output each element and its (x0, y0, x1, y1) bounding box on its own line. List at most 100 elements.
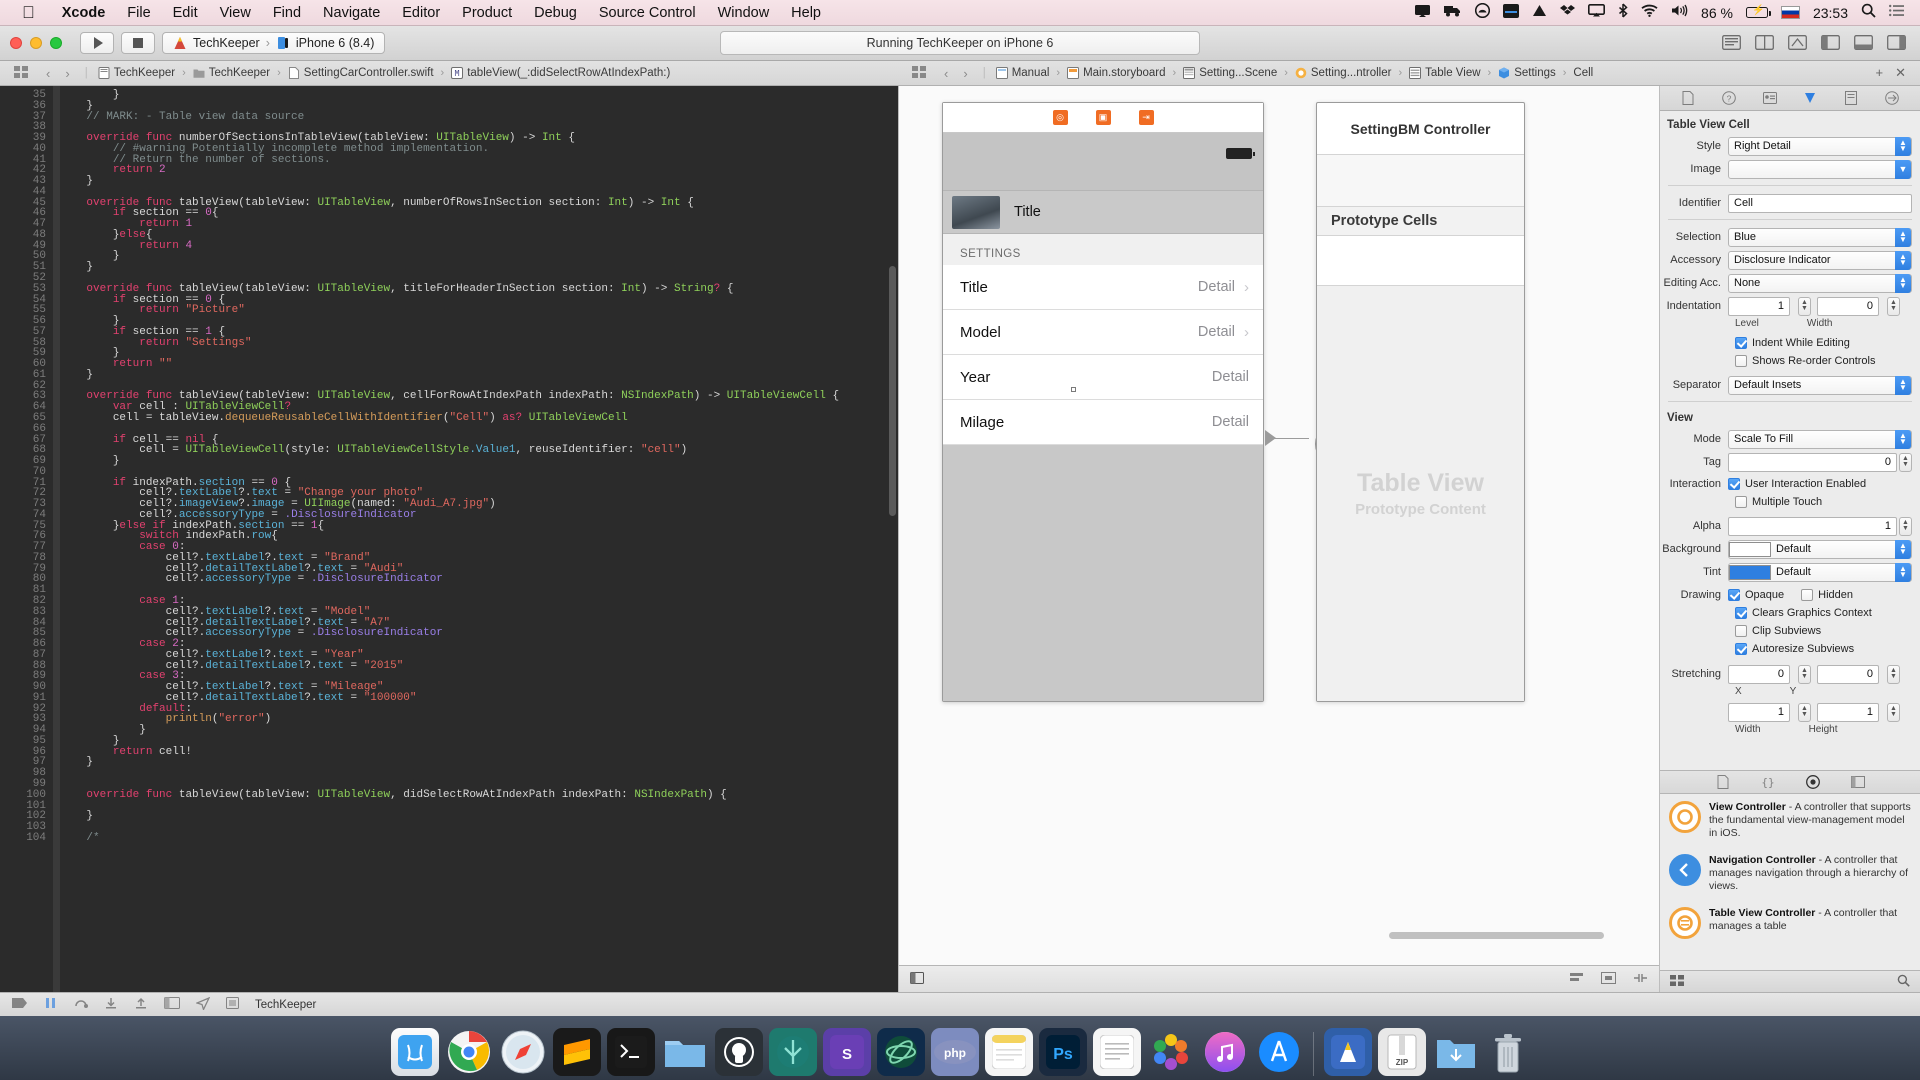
stretching-x-stepper[interactable]: ▲ ▼ (1798, 664, 1811, 684)
editor-version-button[interactable] (1788, 35, 1807, 51)
breadcrumb-settings[interactable]: Settings (1498, 67, 1556, 79)
debug-view-hierarchy-icon[interactable] (164, 997, 180, 1012)
code-line[interactable]: return "Settings" (60, 337, 898, 349)
menu-item-navigate[interactable]: Navigate (312, 5, 391, 21)
autoresize-subviews-row[interactable]: Autoresize Subviews (1660, 640, 1920, 658)
library-view-mode-icon[interactable] (1670, 974, 1684, 989)
related-items-icon[interactable] (6, 65, 36, 81)
code-line[interactable]: } (60, 90, 898, 101)
code-line[interactable]: /* (60, 832, 898, 844)
code-line[interactable] (60, 822, 898, 833)
clears-graphics-row[interactable]: Clears Graphics Context (1660, 604, 1920, 622)
source-code-editor[interactable]: 35 36 37 38 39 40 41 42 43 44 45 46 47 48 49 50 51 52 53 54… (0, 86, 898, 992)
library-item-navigation-controller[interactable]: Navigation Controller - A controller tha… (1660, 847, 1920, 900)
library-item-table-view-controller[interactable]: Table View Controller - A controller tha… (1660, 900, 1920, 946)
indentation-level-input[interactable]: 1 (1728, 296, 1790, 316)
view-controller-dock-icon[interactable]: ▣ (1095, 110, 1111, 125)
indent-while-editing-checkbox[interactable] (1735, 337, 1747, 349)
auto-layout-align-icon[interactable] (1569, 972, 1584, 987)
settings-row-title[interactable]: Title Detail › (943, 265, 1263, 310)
code-line[interactable] (60, 768, 898, 779)
breadcrumb-symbol[interactable]: M tableView(_:didSelectRowAtIndexPath:) (451, 67, 670, 79)
close-window-button[interactable] (10, 37, 22, 49)
exit-segue-icon[interactable]: ⇥ (1138, 110, 1154, 125)
dock-phpstorm-icon[interactable]: S (822, 1028, 871, 1076)
code-line[interactable]: cell = tableView.dequeueReusableCellWith… (60, 412, 898, 424)
location-simulate-icon[interactable] (195, 996, 211, 1013)
accessory-popup[interactable]: Disclosure Indicator ▲ ▼ (1728, 250, 1912, 270)
file-inspector-tab[interactable] (1678, 89, 1698, 107)
cloud-upload-icon[interactable] (1474, 2, 1491, 22)
breakpoints-toggle-icon[interactable] (12, 997, 28, 1012)
code-line[interactable]: } (60, 456, 898, 467)
opaque-checkbox[interactable] (1728, 589, 1740, 601)
step-out-icon[interactable] (134, 997, 148, 1012)
bluetooth-icon[interactable] (1618, 3, 1628, 22)
photo-prototype-cell[interactable]: Title (943, 190, 1263, 234)
battery-icon[interactable]: ⚡ (1745, 5, 1771, 18)
identity-inspector-tab[interactable] (1760, 89, 1780, 107)
separator-popup[interactable]: Default Insets ▲ ▼ (1728, 375, 1912, 395)
battery-percent-label[interactable]: 86 % (1701, 5, 1733, 21)
step-over-icon[interactable] (74, 997, 88, 1012)
dock-notes-icon[interactable] (984, 1028, 1033, 1076)
menu-item-product[interactable]: Product (451, 5, 523, 21)
autoresize-subviews-checkbox[interactable] (1735, 643, 1747, 655)
code-line[interactable] (60, 801, 898, 812)
breadcrumb-project[interactable]: TechKeeper (98, 67, 175, 79)
dock-trash-icon[interactable] (1486, 1030, 1530, 1076)
menu-item-view[interactable]: View (209, 5, 262, 21)
dock-atom-icon[interactable] (876, 1028, 925, 1076)
dock-downloads-icon[interactable] (1432, 1028, 1480, 1076)
dock-sublime-icon[interactable] (552, 1028, 601, 1076)
source-code-text[interactable]: } } // MARK: - Table view data source ov… (60, 86, 898, 992)
debug-area-toggle-button[interactable] (1854, 35, 1873, 51)
google-drive-icon[interactable] (1532, 4, 1547, 22)
jump-forward-button[interactable]: › (60, 66, 74, 81)
related-items-icon[interactable] (904, 65, 934, 81)
breadcrumb-controller[interactable]: Setting...ntroller (1295, 67, 1391, 79)
object-library-list[interactable]: View Controller - A controller that supp… (1660, 794, 1920, 970)
canvas-horizontal-scrollbar[interactable] (1389, 932, 1604, 939)
document-outline-toggle-button[interactable] (910, 971, 924, 987)
editor-standard-button[interactable] (1722, 35, 1741, 51)
background-popup[interactable]: Default ▲ ▼ (1728, 539, 1912, 559)
notification-center-icon[interactable] (1889, 4, 1904, 21)
code-line[interactable]: override func tableView(tableView: UITab… (60, 789, 898, 801)
dock-photos-icon[interactable] (1147, 1028, 1195, 1076)
tag-stepper[interactable]: ▲ ▼ (1899, 452, 1912, 472)
dock-github-icon[interactable] (714, 1028, 763, 1076)
code-line[interactable]: } (60, 251, 898, 262)
connections-inspector-tab[interactable] (1882, 89, 1902, 107)
breadcrumb-scene[interactable]: Setting...Scene (1183, 67, 1277, 79)
menu-item-editor[interactable]: Editor (391, 5, 451, 21)
menu-item-edit[interactable]: Edit (162, 5, 209, 21)
menu-item-file[interactable]: File (116, 5, 161, 21)
menu-item-help[interactable]: Help (780, 5, 832, 21)
image-combo[interactable]: ▼ (1728, 159, 1912, 179)
breadcrumb-group[interactable]: TechKeeper (193, 67, 270, 79)
hidden-checkbox[interactable] (1801, 589, 1814, 601)
dock-finder-icon[interactable] (390, 1028, 439, 1076)
editor-vertical-scrollbar[interactable] (889, 266, 896, 516)
dock-itunes-icon[interactable] (1201, 1028, 1249, 1076)
tag-input[interactable]: 0 (1728, 452, 1897, 472)
dock-xcode-icon[interactable] (1323, 1028, 1372, 1076)
settingbm-controller-scene[interactable]: SettingBM Controller Prototype Cells Tab… (1316, 102, 1525, 702)
scene-view-controller[interactable]: ◎ ▣ ⇥ Title SETTINGS Title Detail › Mode… (942, 102, 1264, 702)
code-line[interactable]: } (60, 725, 898, 736)
code-line[interactable]: cell?.accessoryType = .DisclosureIndicat… (60, 628, 898, 639)
quick-help-inspector-tab[interactable]: ? (1719, 89, 1739, 107)
auto-layout-pin-icon[interactable] (1601, 971, 1616, 987)
code-line[interactable]: return "Picture" (60, 305, 898, 316)
utilities-toggle-button[interactable] (1887, 35, 1906, 51)
stretching-height-input[interactable]: 1 (1817, 702, 1879, 722)
code-line[interactable]: } (60, 369, 898, 381)
mode-popup[interactable]: Scale To Fill ▲ ▼ (1728, 429, 1912, 449)
code-line[interactable]: } (60, 811, 898, 822)
code-line[interactable]: } (60, 757, 898, 768)
navigator-toggle-button[interactable] (1821, 35, 1840, 51)
file-template-library-tab[interactable] (1714, 774, 1732, 790)
resolve-auto-layout-icon[interactable] (1633, 972, 1648, 987)
code-line[interactable]: // MARK: - Table view data source (60, 111, 898, 123)
